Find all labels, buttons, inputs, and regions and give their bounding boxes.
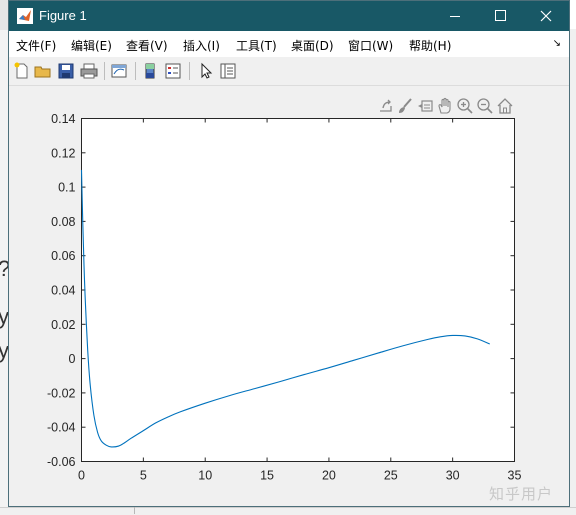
- x-tick-label: 30: [446, 469, 460, 483]
- background-divider: [134, 507, 135, 514]
- plot-area: 0 5 10 15 20 25 30 35 -0.06 -0.04 -0.02 0 0.02 0.04 0.…: [47, 112, 522, 483]
- y-tick-label: 0.04: [51, 284, 75, 298]
- y-tick-label: 0.02: [51, 318, 75, 332]
- y-tick-label: -0.06: [47, 455, 76, 469]
- y-tick-label: 0.1: [58, 181, 75, 195]
- x-tick-label: 20: [322, 469, 336, 483]
- y-tick-label: 0.06: [51, 249, 75, 263]
- figure-window: Figure 1 文件(F) 编辑(E) 查看(V) 插入(I) 工具(T) 桌…: [8, 0, 570, 507]
- x-tick-label: 35: [508, 469, 522, 483]
- y-tick-label: 0: [69, 352, 76, 366]
- x-tick-label: 5: [140, 469, 147, 483]
- x-tick-label: 15: [260, 469, 274, 483]
- x-tick-label: 10: [198, 469, 212, 483]
- y-tick-label: -0.02: [47, 386, 76, 400]
- axes-box[interactable]: [81, 118, 515, 462]
- background-app-panel: [570, 29, 576, 507]
- y-tick-label: 0.12: [51, 146, 75, 160]
- y-tick-label: 0.08: [51, 215, 75, 229]
- watermark: 知乎用户: [489, 485, 554, 503]
- x-tick-label: 25: [384, 469, 398, 483]
- y-tick-label: -0.04: [47, 421, 76, 435]
- y-tick-label: 0.14: [51, 112, 75, 126]
- x-tick-label: 0: [78, 469, 85, 483]
